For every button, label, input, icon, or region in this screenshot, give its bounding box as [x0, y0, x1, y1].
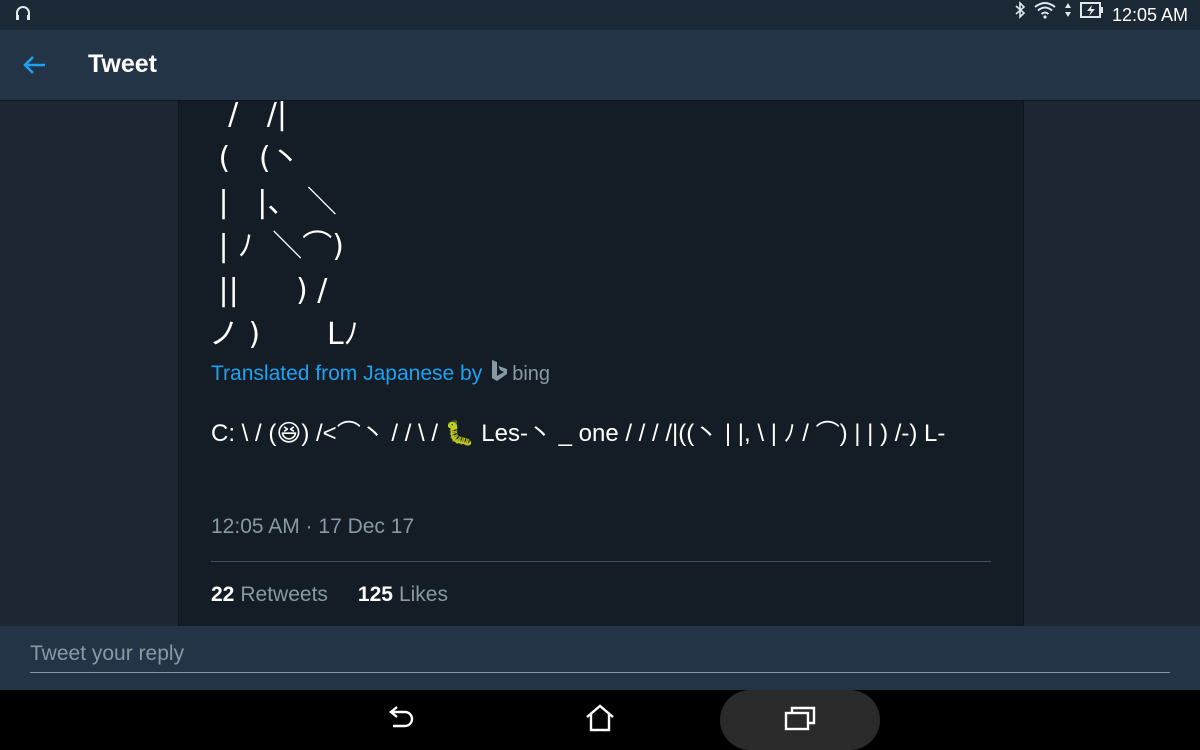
nav-back-button[interactable] — [370, 690, 430, 750]
bing-wordmark: bing — [512, 362, 551, 385]
divider — [211, 561, 991, 562]
reply-input[interactable] — [30, 636, 1170, 673]
nav-back-icon — [385, 705, 415, 736]
translated-tweet-text: C: \ / (😆) /<⌒丶 / / \ / 🐛 Les-丶 _ one / … — [211, 420, 946, 447]
likes-label: Likes — [398, 583, 448, 606]
nav-recents-button[interactable] — [720, 690, 880, 750]
side-panel-left — [0, 101, 178, 626]
retweets-stat[interactable]: 22 Retweets — [211, 583, 328, 607]
battery-charging-icon — [1079, 0, 1104, 30]
side-panel-right — [1022, 101, 1200, 626]
retweets-label: Retweets — [240, 583, 328, 606]
status-bar: 12:05 AM — [0, 0, 1200, 30]
navigation-bar — [0, 690, 1200, 750]
status-time: 12:05 AM — [1111, 5, 1188, 25]
tweet-stats: 22 Retweets 125 Likes — [211, 583, 448, 607]
tweet-detail: / /| ( (丶 | |、 ＼ | ﾉ ＼⌒) || ) / ノ ) Lﾉ T… — [178, 101, 1024, 626]
wifi-icon — [1034, 0, 1056, 30]
signal-arrows-icon — [1064, 0, 1072, 30]
page-title: Tweet — [88, 50, 157, 78]
bing-icon — [490, 359, 508, 389]
bluetooth-icon — [1014, 0, 1026, 30]
tweet-timestamp: 12:05 AM · 17 Dec 17 — [211, 515, 415, 538]
app-bar: Tweet — [0, 30, 1200, 101]
translated-from-label: Translated from Japanese by — [211, 362, 483, 385]
likes-stat[interactable]: 125 Likes — [358, 583, 448, 607]
likes-count: 125 — [357, 583, 393, 606]
back-button[interactable] — [22, 48, 52, 82]
status-icons: 12:05 AM — [1014, 0, 1188, 30]
nav-recents-icon — [783, 705, 817, 736]
back-arrow-icon — [22, 56, 48, 86]
tweet-ascii-art: / /| ( (丶 | |、 ＼ | ﾉ ＼⌒) || ) / ノ ) Lﾉ — [209, 101, 359, 352]
translation-attribution[interactable]: Translated from Japanese by bing — [211, 359, 550, 389]
headset-icon — [14, 4, 32, 28]
nav-home-button[interactable] — [570, 690, 630, 750]
bing-logo: bing — [490, 359, 550, 389]
nav-home-icon — [584, 703, 616, 738]
reply-bar — [0, 626, 1200, 690]
retweets-count: 22 — [211, 583, 235, 606]
